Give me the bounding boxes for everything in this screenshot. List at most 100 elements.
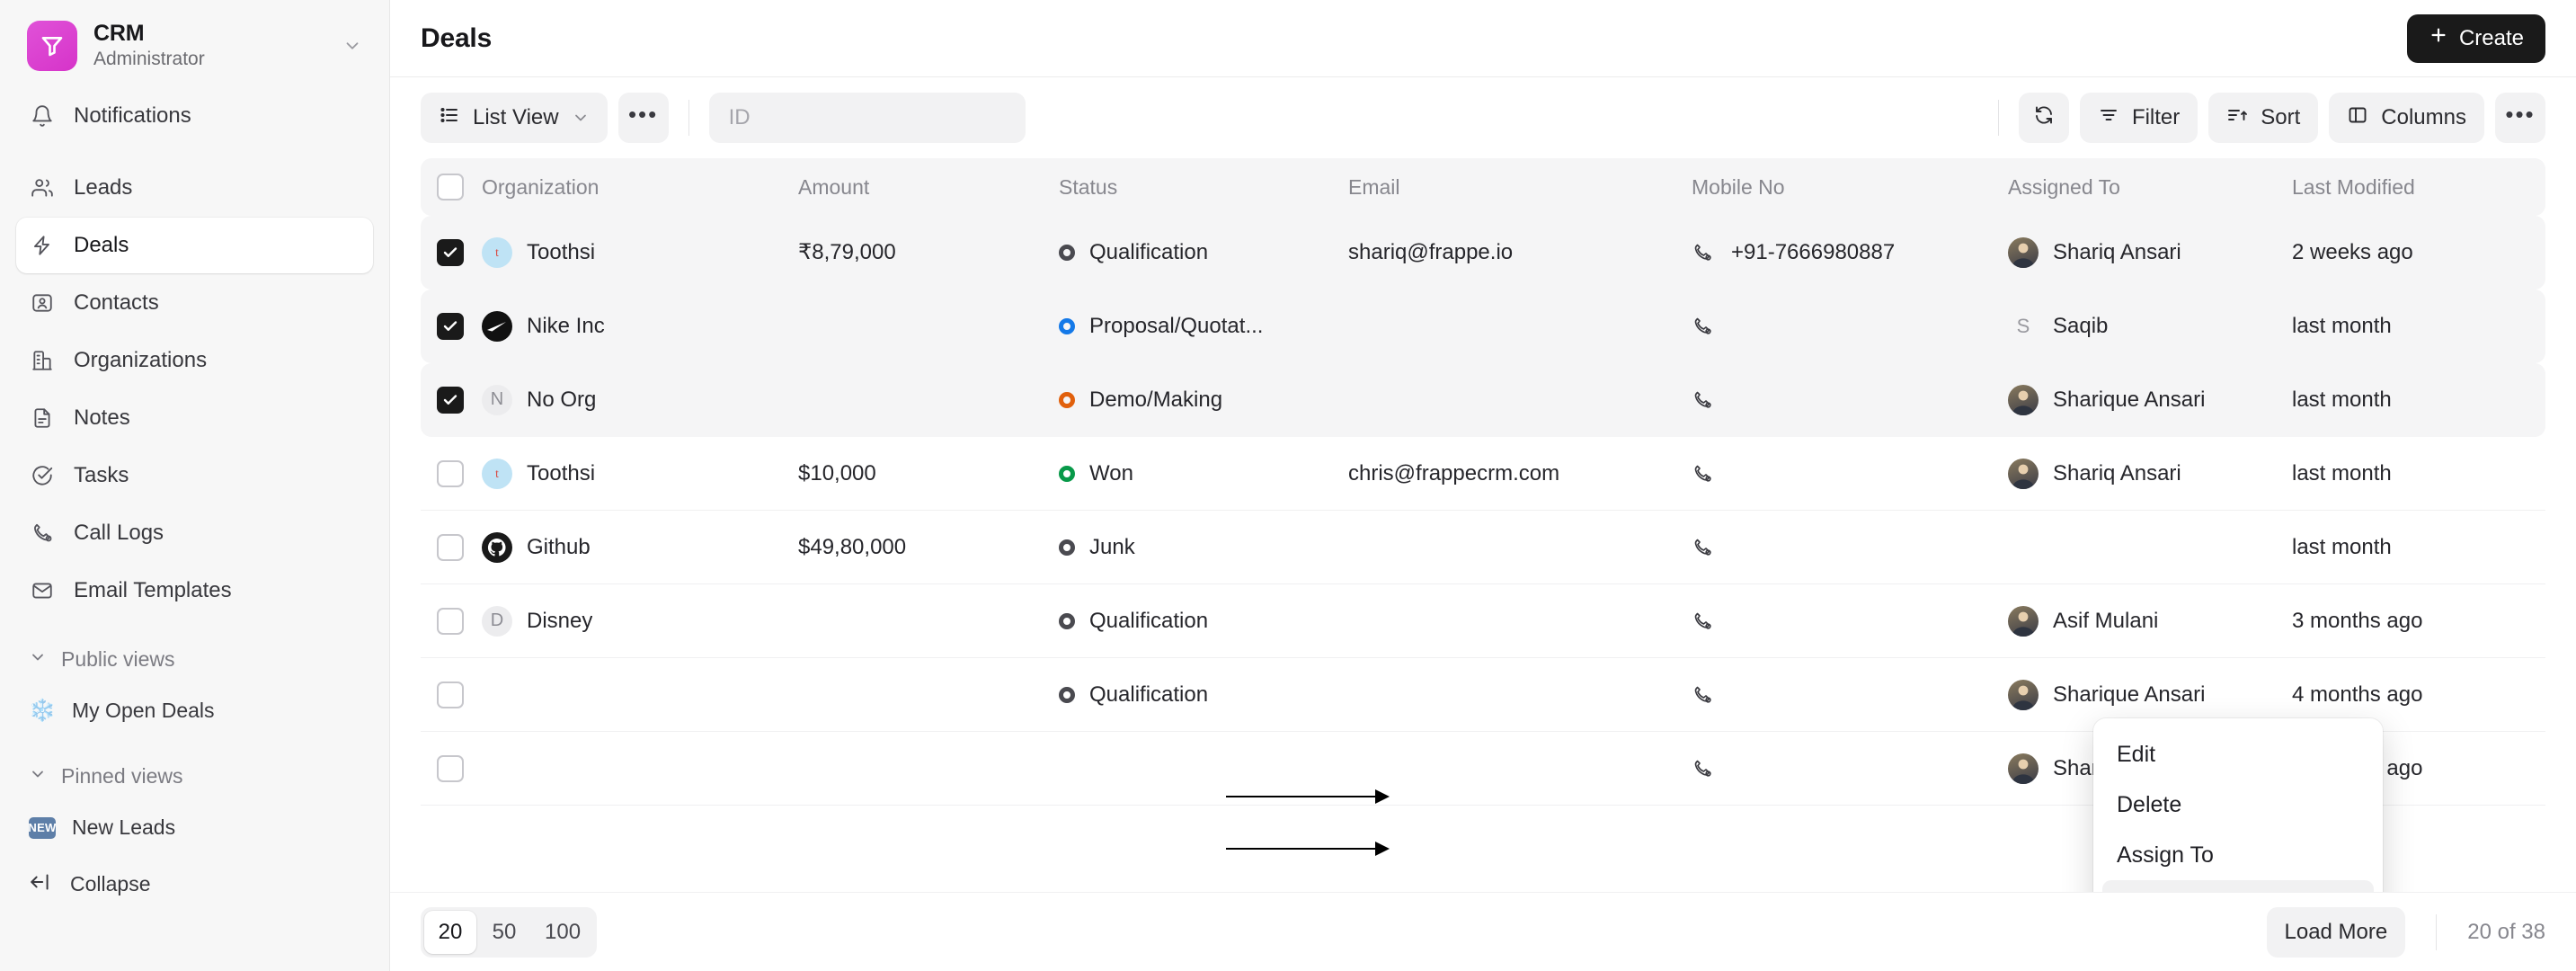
table-row[interactable]: t Toothsi ₹8,79,000 Qualification shariq@fra… [421,216,2545,290]
row-checkbox[interactable] [437,754,464,782]
assignee-avatar [2008,384,2039,415]
sidebar-item-notifications[interactable]: Notifications [16,88,373,144]
page-size-20[interactable]: 20 [424,910,476,954]
status-label: Qualification [1089,608,1209,633]
sidebar-item-label: Leads [74,174,133,200]
status-label: Junk [1089,534,1135,559]
sidebar-item-notes[interactable]: Notes [16,390,373,446]
table-row[interactable]: Github $49,80,000 Junk last month [421,511,2545,584]
row-checkbox[interactable] [437,681,464,708]
brand-subtitle: Administrator [93,49,205,70]
plus-icon [2429,25,2448,51]
select-all-checkbox[interactable] [437,174,464,200]
brand-switcher[interactable]: CRM Administrator [16,0,373,88]
section-public-views[interactable]: Public views [16,635,373,685]
sidebar-item-organizations[interactable]: Organizations [16,333,373,388]
status-dot-icon [1059,391,1075,408]
context-menu-item-assign-to[interactable]: Assign To [2102,830,2374,880]
view-options-button[interactable]: ••• [617,93,669,143]
header-cell-email[interactable]: Email [1341,175,1684,200]
table-row[interactable]: N No Org Demo/Making Sharique Ansari last mo… [421,363,2545,437]
table-row[interactable]: D Disney Qualification Asif Mulani 3 months … [421,584,2545,658]
search-input[interactable] [728,105,1006,130]
list-more-options-button[interactable]: ••• [2495,93,2545,143]
view-item-new-leads[interactable]: NEW New Leads [16,802,373,854]
sort-icon [2226,104,2248,132]
header-cell-select [421,174,475,200]
columns-icon [2347,104,2368,132]
header-cell-assigned-to[interactable]: Assigned To [2001,175,2285,200]
context-menu-item-clear-assignment[interactable]: Clear Assignment [2102,880,2374,892]
view-selector-button[interactable]: List View [421,93,608,143]
organization-name: Nike Inc [527,313,605,338]
sidebar-item-label: Call Logs [74,520,164,545]
view-item-my-open-deals[interactable]: ❄️ My Open Deals [16,685,373,737]
row-select-cell [421,681,475,708]
cell-status: Qualification [1052,240,1341,265]
sidebar-item-leads[interactable]: Leads [16,160,373,216]
org-avatar: D [482,605,512,637]
phone-icon [29,520,56,547]
header-cell-organization[interactable]: Organization [475,175,791,200]
sidebar-item-deals[interactable]: Deals [16,217,373,273]
row-checkbox[interactable] [437,459,464,487]
context-menu-item-delete[interactable]: Delete [2102,779,2374,830]
filter-label: Filter [2131,105,2181,129]
status-dot-icon [1059,612,1075,629]
cell-last-modified: last month [2285,314,2545,339]
collapse-sidebar-button[interactable]: Collapse [16,858,373,912]
sort-button[interactable]: Sort [2208,93,2319,143]
header-cell-mobile-no[interactable]: Mobile No [1684,175,2001,200]
phone-icon [1692,610,1717,632]
context-menu-item-label: Delete [2117,791,2182,817]
sidebar-item-contacts[interactable]: Contacts [16,275,373,331]
header-cell-amount[interactable]: Amount [791,175,1052,200]
sidebar: CRM Administrator Notifications Leads De… [0,0,390,971]
load-more-button[interactable]: Load More [2266,906,2406,958]
cell-last-modified: last month [2285,388,2545,413]
refresh-button[interactable] [2018,93,2069,143]
phone-icon [1692,684,1717,706]
sidebar-item-email-templates[interactable]: Email Templates [16,563,373,619]
row-checkbox[interactable] [437,386,464,414]
cell-assigned-to: Shariq Ansari [2001,458,2285,489]
assignee-name: Shariq Ansari [2053,239,2181,264]
header-cell-last-modified[interactable]: Last Modified [2285,175,2545,200]
cell-mobile-no: +91-7666980887 [1684,240,2001,265]
organization-name: Disney [527,608,593,633]
page-size-100[interactable]: 100 [532,911,593,954]
columns-button[interactable]: Columns [2329,93,2484,143]
check-circle-icon [29,462,56,489]
crm-app: CRM Administrator Notifications Leads De… [0,0,2576,971]
assignee-name: Asif Mulani [2053,608,2159,633]
status-dot-icon [1059,539,1075,556]
cell-status: Qualification [1052,609,1341,634]
last-modified-value: last month [2292,387,2392,412]
cell-last-modified: last month [2285,461,2545,486]
row-checkbox[interactable] [437,312,464,340]
row-checkbox[interactable] [437,607,464,635]
row-select-cell [421,533,475,561]
filter-button[interactable]: Filter [2079,93,2198,143]
header-cell-status[interactable]: Status [1052,175,1341,200]
create-button[interactable]: Create [2406,13,2545,63]
cell-assigned-to: Sharique Ansari [2001,679,2285,710]
toolbar-left-group: List View ••• [421,93,1026,143]
section-pinned-views[interactable]: Pinned views [16,752,373,802]
building-icon [29,347,56,374]
sidebar-item-label: Email Templates [74,577,232,602]
page-size-50[interactable]: 50 [478,911,530,954]
sidebar-item-call-logs[interactable]: Call Logs [16,505,373,561]
organization-name: Github [527,534,591,559]
table-row[interactable]: t Toothsi $10,000 Won chris@frappecrm.com Sha… [421,437,2545,511]
organization-name: Toothsi [527,239,596,264]
sidebar-item-tasks[interactable]: Tasks [16,448,373,503]
table-row[interactable]: Nike Inc Proposal/Quotat... S Saqib last mon… [421,290,2545,363]
row-checkbox[interactable] [437,533,464,561]
cell-assigned-to: Asif Mulani [2001,605,2285,637]
context-menu-item-edit[interactable]: Edit [2102,729,2374,779]
row-checkbox[interactable] [437,238,464,266]
phone-icon [1692,463,1717,485]
sidebar-divider [16,620,373,635]
search-input-wrapper[interactable] [708,93,1026,143]
